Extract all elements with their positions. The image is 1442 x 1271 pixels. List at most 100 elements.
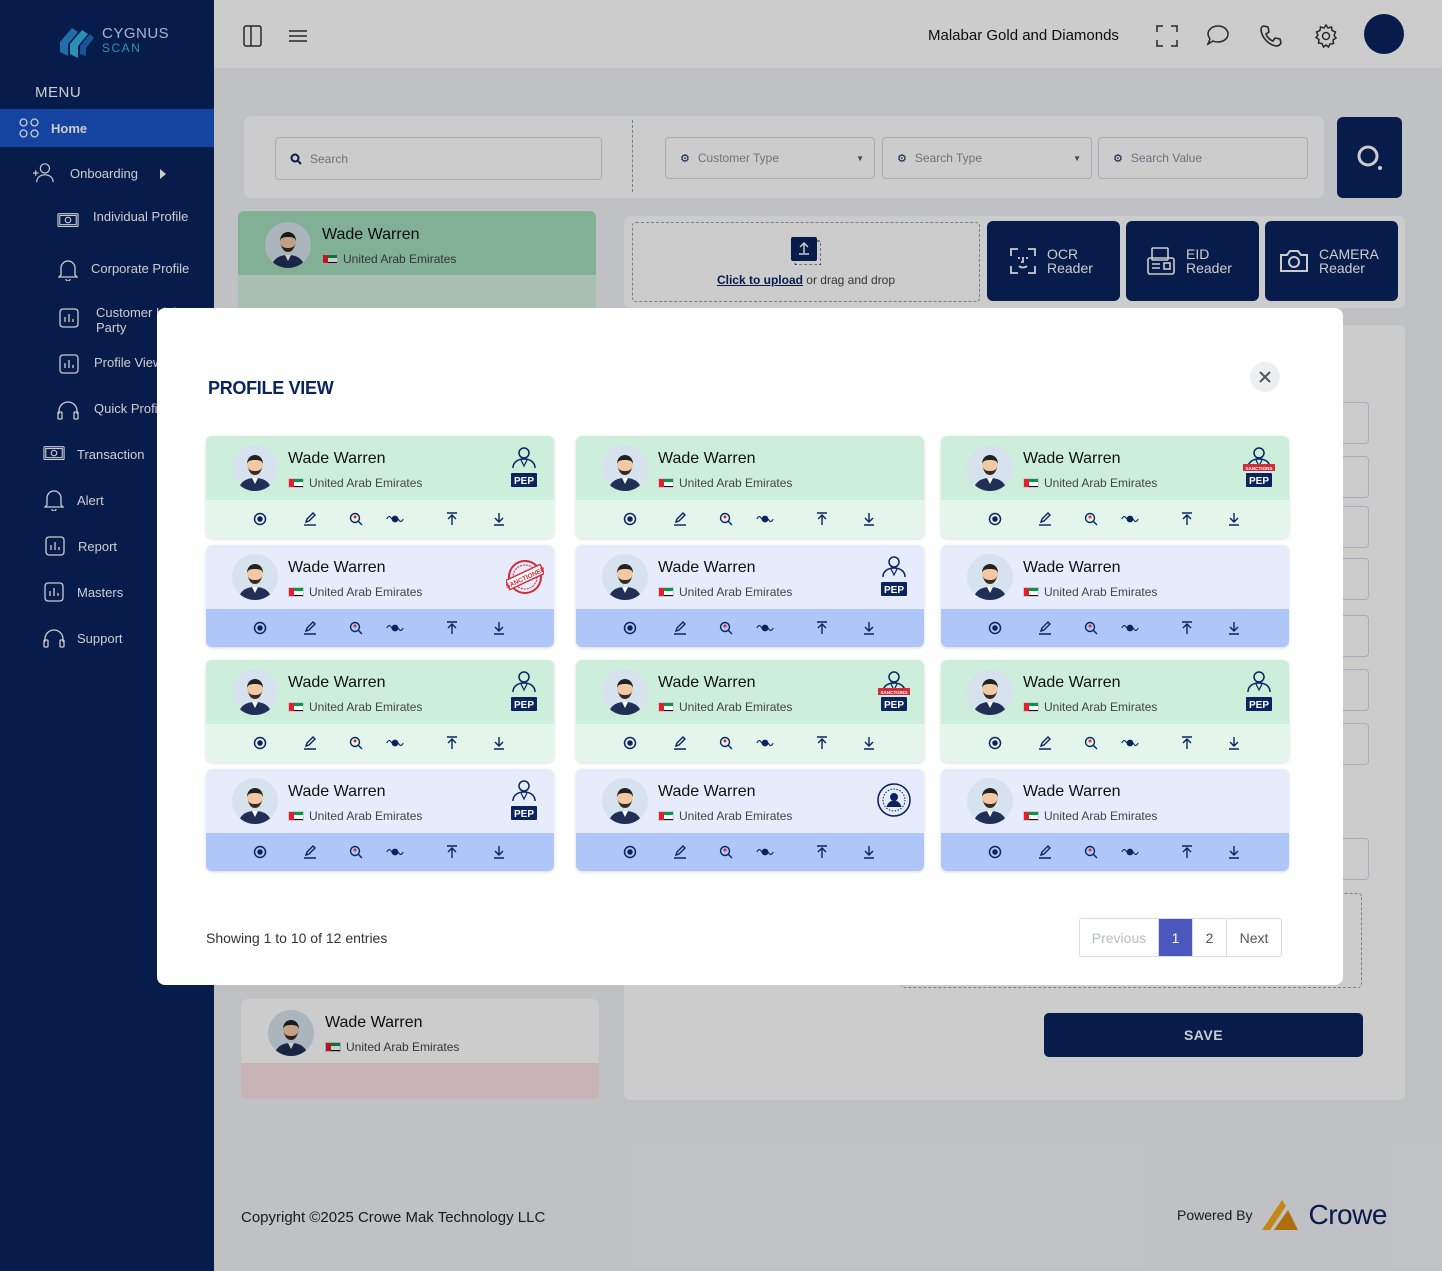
close-button[interactable] [1250, 362, 1280, 392]
profile-card[interactable]: Wade Warren United Arab Emirates [941, 545, 1289, 647]
upload-arrow-icon[interactable] [443, 619, 461, 637]
edit-icon[interactable] [1036, 734, 1054, 752]
edit-icon[interactable] [1036, 510, 1054, 528]
download-icon[interactable] [490, 510, 508, 528]
profile-name: Wade Warren [1023, 674, 1121, 691]
profile-card[interactable]: Wade Warren United Arab Emirates PEP [941, 660, 1289, 762]
edit-icon[interactable] [301, 619, 319, 637]
screening-icon[interactable] [1121, 734, 1139, 752]
upload-arrow-icon[interactable] [813, 619, 831, 637]
edit-icon[interactable] [301, 510, 319, 528]
profile-card[interactable]: Wade Warren United Arab Emirates [941, 769, 1289, 871]
profile-card[interactable]: Wade Warren United Arab Emirates [576, 436, 924, 538]
profile-card[interactable]: Wade Warren United Arab Emirates SANCTIONS… [576, 660, 924, 762]
screening-icon[interactable] [756, 843, 774, 861]
svg-text:PEP: PEP [514, 700, 534, 711]
search-person-icon[interactable] [1082, 843, 1100, 861]
search-person-icon[interactable] [347, 510, 365, 528]
search-person-icon[interactable] [347, 734, 365, 752]
screening-icon[interactable] [386, 619, 404, 637]
upload-arrow-icon[interactable] [443, 734, 461, 752]
download-icon[interactable] [490, 843, 508, 861]
search-person-icon[interactable] [717, 619, 735, 637]
download-icon[interactable] [1225, 843, 1243, 861]
download-icon[interactable] [1225, 734, 1243, 752]
upload-arrow-icon[interactable] [1178, 510, 1196, 528]
view-icon[interactable] [621, 734, 639, 752]
avatar [967, 554, 1013, 600]
profile-name: Wade Warren [288, 783, 386, 800]
view-icon[interactable] [251, 619, 269, 637]
profile-card[interactable]: Wade Warren United Arab Emirates PEP [206, 436, 554, 538]
edit-icon[interactable] [671, 843, 689, 861]
upload-arrow-icon[interactable] [1178, 843, 1196, 861]
view-icon[interactable] [621, 619, 639, 637]
page-2-button[interactable]: 2 [1193, 919, 1227, 956]
previous-page-button[interactable]: Previous [1080, 919, 1159, 956]
view-icon[interactable] [621, 843, 639, 861]
profile-card[interactable]: Wade Warren United Arab Emirates [576, 769, 924, 871]
upload-arrow-icon[interactable] [813, 510, 831, 528]
download-icon[interactable] [860, 843, 878, 861]
search-person-icon[interactable] [347, 843, 365, 861]
profile-name: Wade Warren [1023, 783, 1121, 800]
screening-icon[interactable] [386, 734, 404, 752]
next-page-button[interactable]: Next [1227, 919, 1281, 956]
uae-flag-icon [288, 702, 304, 712]
profile-card[interactable]: Wade Warren United Arab Emirates PEP [576, 545, 924, 647]
view-icon[interactable] [251, 843, 269, 861]
edit-icon[interactable] [671, 734, 689, 752]
search-person-icon[interactable] [717, 510, 735, 528]
screening-icon[interactable] [386, 843, 404, 861]
page-1-button[interactable]: 1 [1159, 919, 1193, 956]
screening-icon[interactable] [756, 734, 774, 752]
profile-card[interactable]: Wade Warren United Arab Emirates PEP [206, 769, 554, 871]
edit-icon[interactable] [671, 510, 689, 528]
download-icon[interactable] [490, 734, 508, 752]
screening-icon[interactable] [756, 510, 774, 528]
profile-country: United Arab Emirates [1044, 476, 1158, 490]
screening-icon[interactable] [386, 510, 404, 528]
edit-icon[interactable] [1036, 843, 1054, 861]
view-icon[interactable] [621, 510, 639, 528]
search-person-icon[interactable] [1082, 734, 1100, 752]
view-icon[interactable] [986, 843, 1004, 861]
download-icon[interactable] [1225, 510, 1243, 528]
search-person-icon[interactable] [1082, 619, 1100, 637]
screening-icon[interactable] [1121, 510, 1139, 528]
upload-arrow-icon[interactable] [1178, 619, 1196, 637]
screening-icon[interactable] [1121, 843, 1139, 861]
view-icon[interactable] [986, 619, 1004, 637]
view-icon[interactable] [986, 510, 1004, 528]
search-person-icon[interactable] [347, 619, 365, 637]
view-icon[interactable] [251, 734, 269, 752]
search-person-icon[interactable] [717, 843, 735, 861]
profile-card[interactable]: Wade Warren United Arab Emirates PEP [206, 660, 554, 762]
profile-card[interactable]: Wade Warren United Arab Emirates SANCTIONE… [206, 545, 554, 647]
download-icon[interactable] [860, 510, 878, 528]
edit-icon[interactable] [301, 734, 319, 752]
view-icon[interactable] [986, 734, 1004, 752]
profile-name: Wade Warren [1023, 559, 1121, 576]
edit-icon[interactable] [301, 843, 319, 861]
avatar [232, 669, 278, 715]
upload-arrow-icon[interactable] [813, 734, 831, 752]
search-person-icon[interactable] [717, 734, 735, 752]
screening-icon[interactable] [1121, 619, 1139, 637]
upload-arrow-icon[interactable] [443, 510, 461, 528]
pep-badge-icon: PEP [878, 555, 910, 597]
profile-card[interactable]: Wade Warren United Arab Emirates SANCTIONS… [941, 436, 1289, 538]
download-icon[interactable] [490, 619, 508, 637]
edit-icon[interactable] [671, 619, 689, 637]
uae-flag-icon [1023, 811, 1039, 821]
download-icon[interactable] [860, 734, 878, 752]
search-person-icon[interactable] [1082, 510, 1100, 528]
upload-arrow-icon[interactable] [1178, 734, 1196, 752]
upload-arrow-icon[interactable] [443, 843, 461, 861]
screening-icon[interactable] [756, 619, 774, 637]
download-icon[interactable] [1225, 619, 1243, 637]
edit-icon[interactable] [1036, 619, 1054, 637]
view-icon[interactable] [251, 510, 269, 528]
upload-arrow-icon[interactable] [813, 843, 831, 861]
download-icon[interactable] [860, 619, 878, 637]
